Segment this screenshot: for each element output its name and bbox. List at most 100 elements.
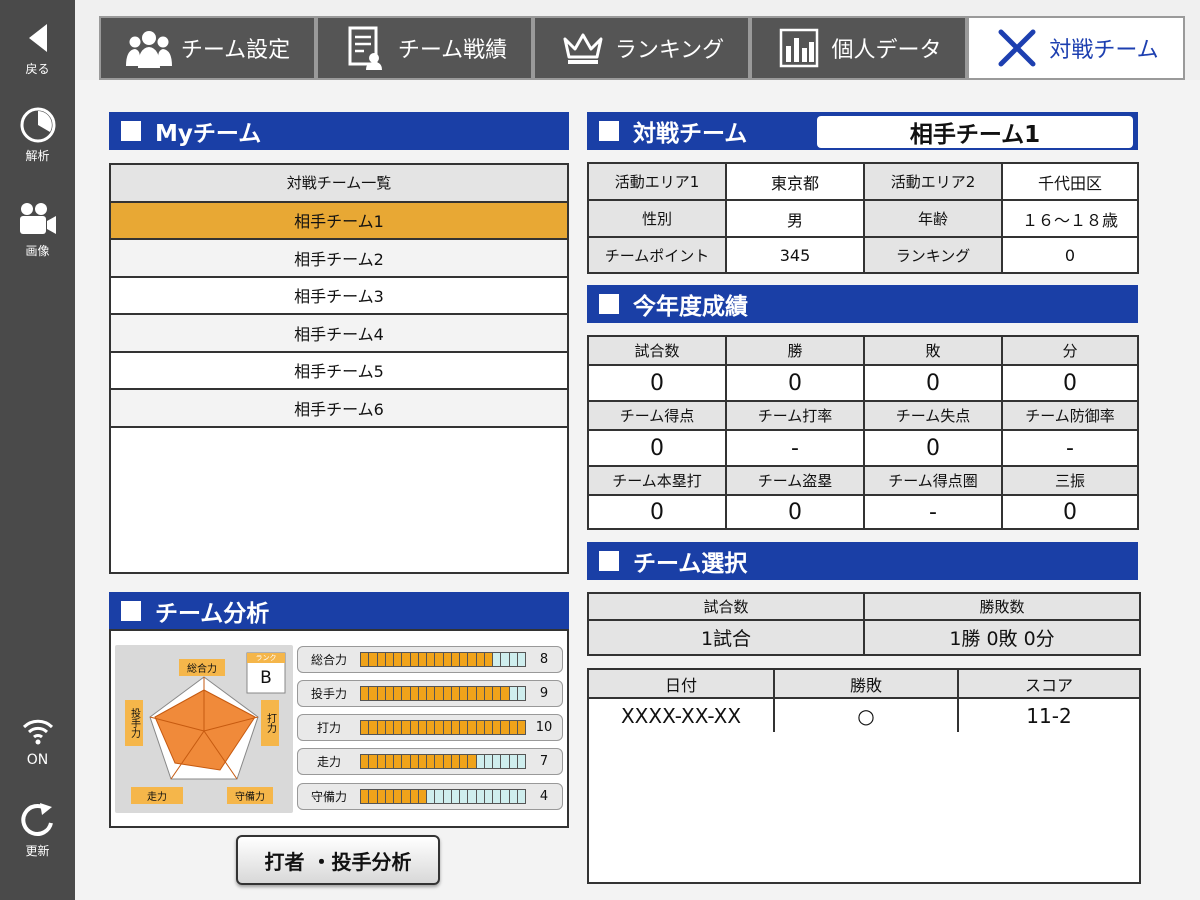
match-history-table: 日付 勝敗 スコア XXXX-XX-XX ○ 11-2: [587, 668, 1141, 734]
stat-value: 9: [539, 686, 549, 701]
stat-bar-segment: [410, 790, 419, 803]
opponent-info-table: 活動エリア1 東京都 活動エリア2 千代田区 性別 男 年齢 １６～１８歳 チー…: [587, 162, 1139, 274]
stat-bar-segment: [517, 653, 525, 666]
stat-bar-segment: [501, 653, 510, 666]
batter-pitcher-analysis-button[interactable]: 打者 ・投手分析: [236, 835, 440, 885]
stat-bar-segment: [468, 653, 477, 666]
stat-label: 三振: [1003, 467, 1137, 496]
stat-bar-segment: [501, 687, 510, 700]
stat-bar-segment: [493, 790, 502, 803]
radar-label-batting: 打力: [264, 713, 276, 733]
stat-bar-segment: [460, 755, 469, 768]
wifi-toggle[interactable]: ON: [0, 710, 75, 780]
history-result[interactable]: ○: [775, 699, 959, 732]
stat-bar-segment: [493, 755, 502, 768]
refresh-button[interactable]: 更新: [0, 800, 75, 870]
list-header: 対戦チーム一覧: [111, 165, 567, 203]
stat-bar-segment: [468, 790, 477, 803]
list-item[interactable]: 相手チーム1: [111, 202, 567, 240]
tab-team-record[interactable]: チーム戦績: [316, 16, 533, 80]
stat-value: -: [1003, 431, 1137, 467]
tab-bar: チーム設定 チーム戦績 ランキング 個人データ 対戦チーム: [99, 16, 1185, 80]
tab-ranking[interactable]: ランキング: [533, 16, 750, 80]
square-icon: [599, 121, 619, 141]
wifi-label: ON: [26, 752, 49, 768]
stat-bar-segment: [385, 653, 394, 666]
analysis-title: チーム分析: [155, 600, 270, 627]
stat-label: 分: [1003, 337, 1137, 366]
stat-name: 打力: [316, 721, 341, 735]
history-date[interactable]: XXXX-XX-XX: [589, 699, 775, 732]
stat-label: チーム得点圏: [865, 467, 1003, 496]
stat-label: チーム防御率: [1003, 402, 1137, 431]
list-item[interactable]: 相手チーム4: [111, 315, 567, 353]
stat-bar-segment: [418, 790, 427, 803]
list-item[interactable]: 相手チーム3: [111, 277, 567, 315]
stat-bar: [360, 789, 526, 804]
square-icon: [121, 121, 141, 141]
crossed-bats-icon: [993, 26, 1041, 70]
stat-bar-segment: [418, 721, 427, 734]
tab-team-settings[interactable]: チーム設定: [99, 16, 316, 80]
points-value: 345: [727, 238, 865, 272]
stat-bar-segment: [435, 790, 444, 803]
season-stats-table: 試合数 勝 敗 分 0 0 0 0 チーム得点 チーム打率 チーム失点 チーム防…: [587, 335, 1139, 530]
stat-label: 敗: [865, 337, 1003, 366]
stat-bar: [360, 652, 526, 667]
stat-bar-segment: [361, 721, 370, 734]
stat-bar-segment: [402, 687, 411, 700]
points-label: チームポイント: [589, 238, 727, 272]
season-header: 今年度成績: [587, 285, 1138, 323]
list-item[interactable]: 相手チーム6: [111, 390, 567, 428]
stat-bar-segment: [435, 653, 444, 666]
stat-label: 試合数: [589, 337, 727, 366]
stat-bar-segment: [517, 721, 525, 734]
record-value: 1勝 0敗 0分: [865, 621, 1139, 654]
tab-label: チーム戦績: [397, 38, 508, 63]
stat-value: 0: [727, 496, 865, 528]
stat-bar-segment: [361, 755, 370, 768]
stat-bar-segment: [484, 721, 493, 734]
stat-bar-segment: [451, 687, 460, 700]
stat-bar-segment: [385, 755, 394, 768]
tab-label: 対戦チーム: [1049, 38, 1159, 63]
stat-bar: [360, 686, 526, 701]
team-icon: [125, 26, 173, 70]
selection-header: チーム選択: [587, 542, 1138, 580]
stat-bar-segment: [427, 755, 436, 768]
history-empty-area: [587, 732, 1141, 884]
stat-row: 投手力 9: [297, 680, 563, 707]
stat-value: 4: [539, 789, 549, 804]
back-button[interactable]: 戻る: [0, 18, 75, 88]
stat-bar-segment: [377, 721, 386, 734]
stat-bar-segment: [427, 721, 436, 734]
analysis-nav-button[interactable]: 解析: [0, 105, 75, 175]
area2-value: 千代田区: [1003, 164, 1137, 201]
tab-personal-data[interactable]: 個人データ: [750, 16, 967, 80]
stat-bar-segment: [443, 755, 452, 768]
stat-label: チーム打率: [727, 402, 865, 431]
square-icon: [599, 294, 619, 314]
stat-bar-segment: [418, 755, 427, 768]
tab-opponent[interactable]: 対戦チーム: [967, 16, 1185, 80]
stat-bar-segment: [484, 790, 493, 803]
list-item[interactable]: 相手チーム2: [111, 240, 567, 278]
history-score[interactable]: 11-2: [959, 699, 1139, 732]
stat-value: 8: [539, 652, 549, 667]
video-button[interactable]: 画像: [0, 200, 75, 270]
stat-bar-segment: [377, 755, 386, 768]
stat-bar-segment: [509, 790, 518, 803]
rank-label: ランク: [255, 654, 277, 662]
stat-bar-segment: [476, 790, 485, 803]
pie-chart-icon: [18, 105, 58, 145]
stat-name: 走力: [316, 755, 341, 769]
stat-bar-segment: [361, 687, 370, 700]
stat-bar-segment: [460, 687, 469, 700]
list-item[interactable]: 相手チーム5: [111, 352, 567, 390]
stat-value: 0: [589, 496, 727, 528]
record-label: 勝敗数: [865, 594, 1139, 621]
stat-bar-segment: [410, 687, 419, 700]
video-label: 画像: [25, 244, 50, 258]
gender-label: 性別: [589, 201, 727, 238]
stat-label: チーム盗塁: [727, 467, 865, 496]
